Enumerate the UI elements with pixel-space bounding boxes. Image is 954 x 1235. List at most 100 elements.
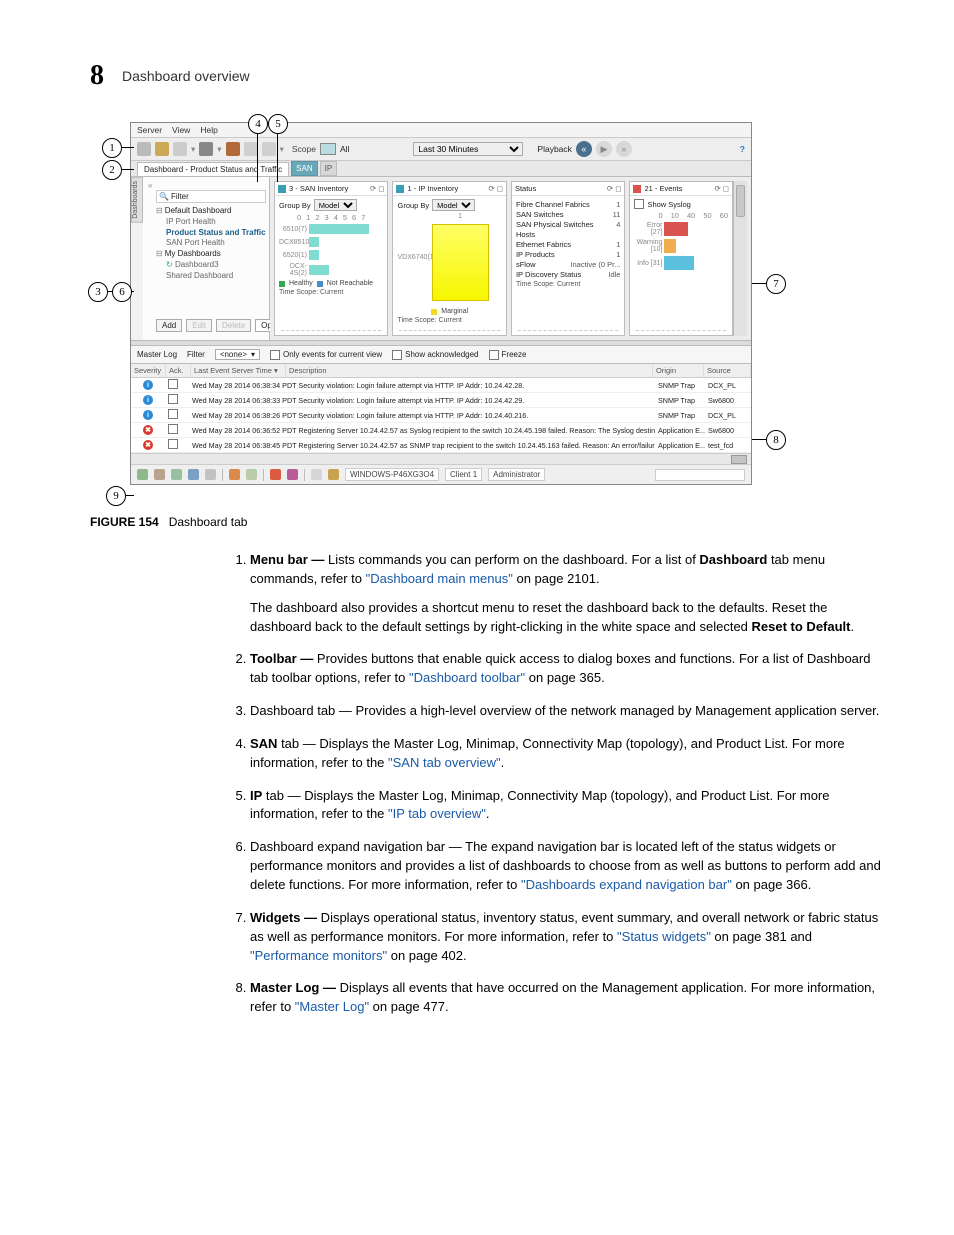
xref-status-widgets[interactable]: "Status widgets" [617, 929, 711, 944]
list-item: Dashboard tab — Provides a high-level ov… [250, 702, 890, 721]
menu-server[interactable]: Server [137, 125, 162, 135]
statusbar-icon[interactable] [171, 469, 182, 480]
add-button[interactable]: Add [156, 319, 182, 332]
master-log-rows: i Wed May 28 2014 06:38:34 PDT Security … [131, 378, 751, 453]
ip-inventory-bar [432, 224, 489, 301]
xref-san-tab-overview[interactable]: "SAN tab overview" [388, 755, 501, 770]
tab-san[interactable]: SAN [291, 161, 317, 176]
widget-ip-inventory: 1 - IP Inventory ⟳◻ Group By Model 1 VDX… [392, 181, 506, 336]
widget-refresh-icon[interactable]: ⟳ [714, 184, 720, 193]
widget-refresh-icon[interactable]: ⟳ [607, 184, 613, 193]
xref-ip-tab-overview[interactable]: "IP tab overview" [388, 806, 486, 821]
statusbar-icon[interactable] [311, 469, 322, 480]
statusbar-host: WINDOWS-P46XG3O4 [345, 468, 439, 481]
tab-ip[interactable]: IP [320, 161, 338, 176]
toolbar-icon[interactable] [173, 142, 187, 156]
groupby-select[interactable]: Model [314, 199, 357, 211]
menu-help[interactable]: Help [200, 125, 217, 135]
table-row[interactable]: ✖ Wed May 28 2014 06:38:45 PDT Registeri… [131, 438, 751, 453]
widget-settings-icon[interactable]: ◻ [497, 184, 503, 193]
toolbar: ▾ ▾ ▾ Scope All Last 30 Minutes Playback… [131, 138, 751, 161]
widget-title: 1 - IP Inventory [407, 184, 458, 193]
sidebar-filter[interactable]: 🔍 Filter [156, 190, 266, 203]
xref-master-log[interactable]: "Master Log" [295, 999, 369, 1014]
ack-checkbox[interactable] [168, 409, 178, 419]
statusbar-icon[interactable] [270, 469, 281, 480]
widget-color-icon [278, 185, 286, 193]
scope-swatch-icon [320, 143, 336, 155]
list-item: IP tab — Displays the Master Log, Minima… [250, 787, 890, 825]
only-current-checkbox[interactable] [270, 350, 280, 360]
ack-checkbox[interactable] [168, 439, 178, 449]
statusbar-icon[interactable] [328, 469, 339, 480]
delete-button[interactable]: Delete [216, 319, 251, 332]
table-row[interactable]: i Wed May 28 2014 06:38:33 PDT Security … [131, 393, 751, 408]
playback-label: Playback [537, 144, 572, 154]
figure-area: 1 2 3 4 5 6 7 8 9 Server View Help ▾ ▾ ▾ [90, 122, 864, 485]
menu-view[interactable]: View [172, 125, 190, 135]
master-log-hscroll[interactable] [131, 453, 751, 464]
freeze-checkbox[interactable] [489, 350, 499, 360]
show-syslog-checkbox[interactable] [634, 199, 644, 209]
widget-refresh-icon[interactable]: ⟳ [488, 184, 494, 193]
playback-fwd-icon[interactable]: » [616, 141, 632, 157]
table-row[interactable]: i Wed May 28 2014 06:38:26 PDT Security … [131, 408, 751, 423]
xref-expand-nav-bar[interactable]: "Dashboards expand navigation bar" [521, 877, 732, 892]
ack-checkbox[interactable] [168, 379, 178, 389]
statusbar-icon[interactable] [188, 469, 199, 480]
toolbar-icon[interactable] [244, 142, 258, 156]
help-icon[interactable]: ? [740, 144, 745, 154]
groupby-select[interactable]: Model [432, 199, 475, 211]
table-row[interactable]: i Wed May 28 2014 06:38:34 PDT Security … [131, 378, 751, 393]
playback-rewind-icon[interactable]: « [576, 141, 592, 157]
xref-dashboard-toolbar[interactable]: "Dashboard toolbar" [409, 670, 525, 685]
widget-refresh-icon[interactable]: ⟳ [370, 184, 376, 193]
menu-bar[interactable]: Server View Help [131, 123, 751, 138]
tab-dashboard[interactable]: Dashboard - Product Status and Traffic [137, 162, 289, 176]
scope-value: All [340, 144, 349, 154]
sidebar: « 🔍 Filter ⊟Default Dashboard IP Port He… [143, 177, 270, 340]
statusbar-client: Client 1 [445, 468, 482, 481]
widgets-scrollbar[interactable] [733, 181, 747, 336]
toolbar-icon[interactable] [199, 142, 213, 156]
callout-5: 5 [268, 114, 288, 134]
toolbar-icon[interactable] [226, 142, 240, 156]
toolbar-icon[interactable] [137, 142, 151, 156]
xref-performance-monitors[interactable]: "Performance monitors" [250, 948, 387, 963]
tab-bar: Dashboard - Product Status and Traffic S… [131, 161, 751, 177]
groupby-label: Group By [279, 201, 311, 210]
statusbar-icon[interactable] [137, 469, 148, 480]
severity-error-icon: ✖ [143, 425, 153, 435]
statusbar-icon[interactable] [229, 469, 240, 480]
callout-7: 7 [766, 274, 786, 294]
widget-settings-icon[interactable]: ◻ [378, 184, 384, 193]
statusbar-icon[interactable] [154, 469, 165, 480]
show-ack-checkbox[interactable] [392, 350, 402, 360]
xref-dashboard-main-menus[interactable]: "Dashboard main menus" [366, 571, 513, 586]
toolbar-icon[interactable] [155, 142, 169, 156]
toolbar-icon[interactable] [262, 142, 276, 156]
list-item: Toolbar — Provides buttons that enable q… [250, 650, 890, 688]
widget-settings-icon[interactable]: ◻ [615, 184, 621, 193]
statusbar-icon[interactable] [246, 469, 257, 480]
filter-select[interactable]: <none>▾ [215, 349, 260, 360]
filter-placeholder: Filter [171, 192, 189, 201]
table-row[interactable]: ✖ Wed May 28 2014 06:36:52 PDT Registeri… [131, 423, 751, 438]
dashboards-tree[interactable]: ⊟Default Dashboard IP Port Health Produc… [156, 206, 266, 282]
edit-button[interactable]: Edit [186, 319, 212, 332]
page-title: Dashboard overview [122, 68, 250, 84]
callout-1: 1 [102, 138, 122, 158]
ack-checkbox[interactable] [168, 394, 178, 404]
severity-error-icon: ✖ [143, 440, 153, 450]
dashboards-expand-bar[interactable]: Dashboards [131, 177, 143, 223]
playback-play-icon[interactable]: ▶ [596, 141, 612, 157]
statusbar-icon[interactable] [287, 469, 298, 480]
severity-info-icon: i [143, 410, 153, 420]
statusbar-icon[interactable] [205, 469, 216, 480]
callout-3: 3 [88, 282, 108, 302]
timerange-select[interactable]: Last 30 Minutes [413, 142, 523, 156]
master-log-label: Master Log [137, 350, 177, 359]
widget-settings-icon[interactable]: ◻ [723, 184, 729, 193]
search-icon: 🔍 [159, 192, 169, 201]
ack-checkbox[interactable] [168, 424, 178, 434]
